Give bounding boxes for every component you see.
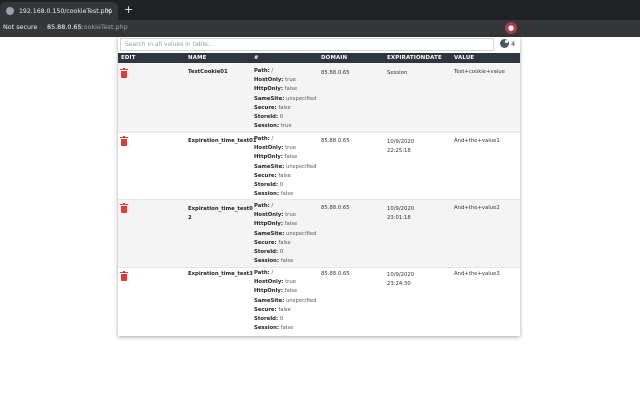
address-bar[interactable]: Not secure 85.88.0.65 /cookieTest.php ●	[0, 20, 640, 37]
table-row[interactable]: Expiration_time_test0 2 Path: / HostOnly…	[118, 200, 520, 268]
tab-strip: 192.168.0.150/cookieTest.php × +	[0, 0, 640, 20]
table-row[interactable]: TestCookie01 Path: / HostOnly: true Http…	[118, 63, 520, 133]
browser-tab[interactable]: 192.168.0.150/cookieTest.php ×	[0, 2, 118, 20]
cookie-expiration: 10/9/2020 23:24:30	[387, 272, 415, 287]
cookie-name: Expiration_time_test3	[188, 271, 253, 277]
column-header-expiration[interactable]: EXPIRATIONDATE	[387, 55, 442, 61]
cookie-domain: 85.88.0.65	[321, 70, 350, 76]
url-path: /cookieTest.php	[78, 23, 128, 31]
cookie-value: Test+cookie+value	[454, 69, 505, 75]
column-header-edit: EDIT	[121, 55, 136, 61]
cookie-properties: Path: / HostOnly: true HttpOnly: false S…	[254, 136, 317, 198]
column-header-value[interactable]: VALUE	[454, 55, 474, 61]
url-host: 85.88.0.65	[47, 23, 82, 31]
cookie-count: 4	[500, 39, 515, 48]
cookie-name: TestCookie01	[188, 69, 228, 75]
cookie-domain: 85.88.0.65	[321, 205, 350, 211]
cookie-value: And+the+value2	[454, 205, 500, 211]
cookie-editor-panel: 4 EDIT NAME # DOMAIN EXPIRATIONDATE VALU…	[118, 37, 520, 336]
cookie-count-value: 4	[511, 39, 516, 48]
new-tab-icon[interactable]: +	[124, 4, 133, 16]
trash-icon[interactable]	[120, 136, 128, 146]
column-header-hash[interactable]: #	[254, 55, 259, 61]
cookie-domain: 85.88.0.65	[321, 138, 350, 144]
column-header-domain[interactable]: DOMAIN	[321, 55, 347, 61]
table-row[interactable]: Expiration_time_test01 Path: / HostOnly:…	[118, 133, 520, 200]
tab-title: 192.168.0.150/cookieTest.php	[19, 7, 113, 15]
globe-icon	[6, 7, 14, 15]
cookie-expiration: 10/9/2020 23:01:18	[387, 206, 415, 221]
trash-icon[interactable]	[120, 68, 128, 78]
cookie-expiration: Session	[387, 70, 408, 76]
cookie-value: And+the+value3	[454, 271, 500, 277]
cookie-domain: 85.88.0.65	[321, 271, 350, 277]
security-indicator[interactable]: Not secure	[3, 23, 37, 31]
cookie-expiration: 10/9/2020 22:25:18	[387, 139, 415, 154]
cookie-properties: Path: / HostOnly: true HttpOnly: false S…	[254, 68, 317, 130]
search-row: 4	[118, 37, 520, 53]
cookie-name: Expiration_time_test0 2	[188, 206, 253, 221]
cookie-icon	[500, 39, 509, 48]
table-header: EDIT NAME # DOMAIN EXPIRATIONDATE VALUE	[118, 53, 520, 63]
cookie-properties: Path: / HostOnly: true HttpOnly: false S…	[254, 270, 317, 332]
search-input[interactable]	[120, 38, 494, 51]
table-row[interactable]: Expiration_time_test3 Path: / HostOnly: …	[118, 268, 520, 336]
column-header-name[interactable]: NAME	[188, 55, 207, 61]
trash-icon[interactable]	[120, 271, 128, 281]
cookie-name: Expiration_time_test01	[188, 138, 257, 144]
cookie-properties: Path: / HostOnly: true HttpOnly: false S…	[254, 203, 317, 265]
trash-icon[interactable]	[120, 203, 128, 213]
cookie-value: And+the+value1	[454, 138, 500, 144]
close-tab-icon[interactable]: ×	[105, 6, 112, 16]
cookie-extension-icon[interactable]: ●	[505, 22, 517, 34]
